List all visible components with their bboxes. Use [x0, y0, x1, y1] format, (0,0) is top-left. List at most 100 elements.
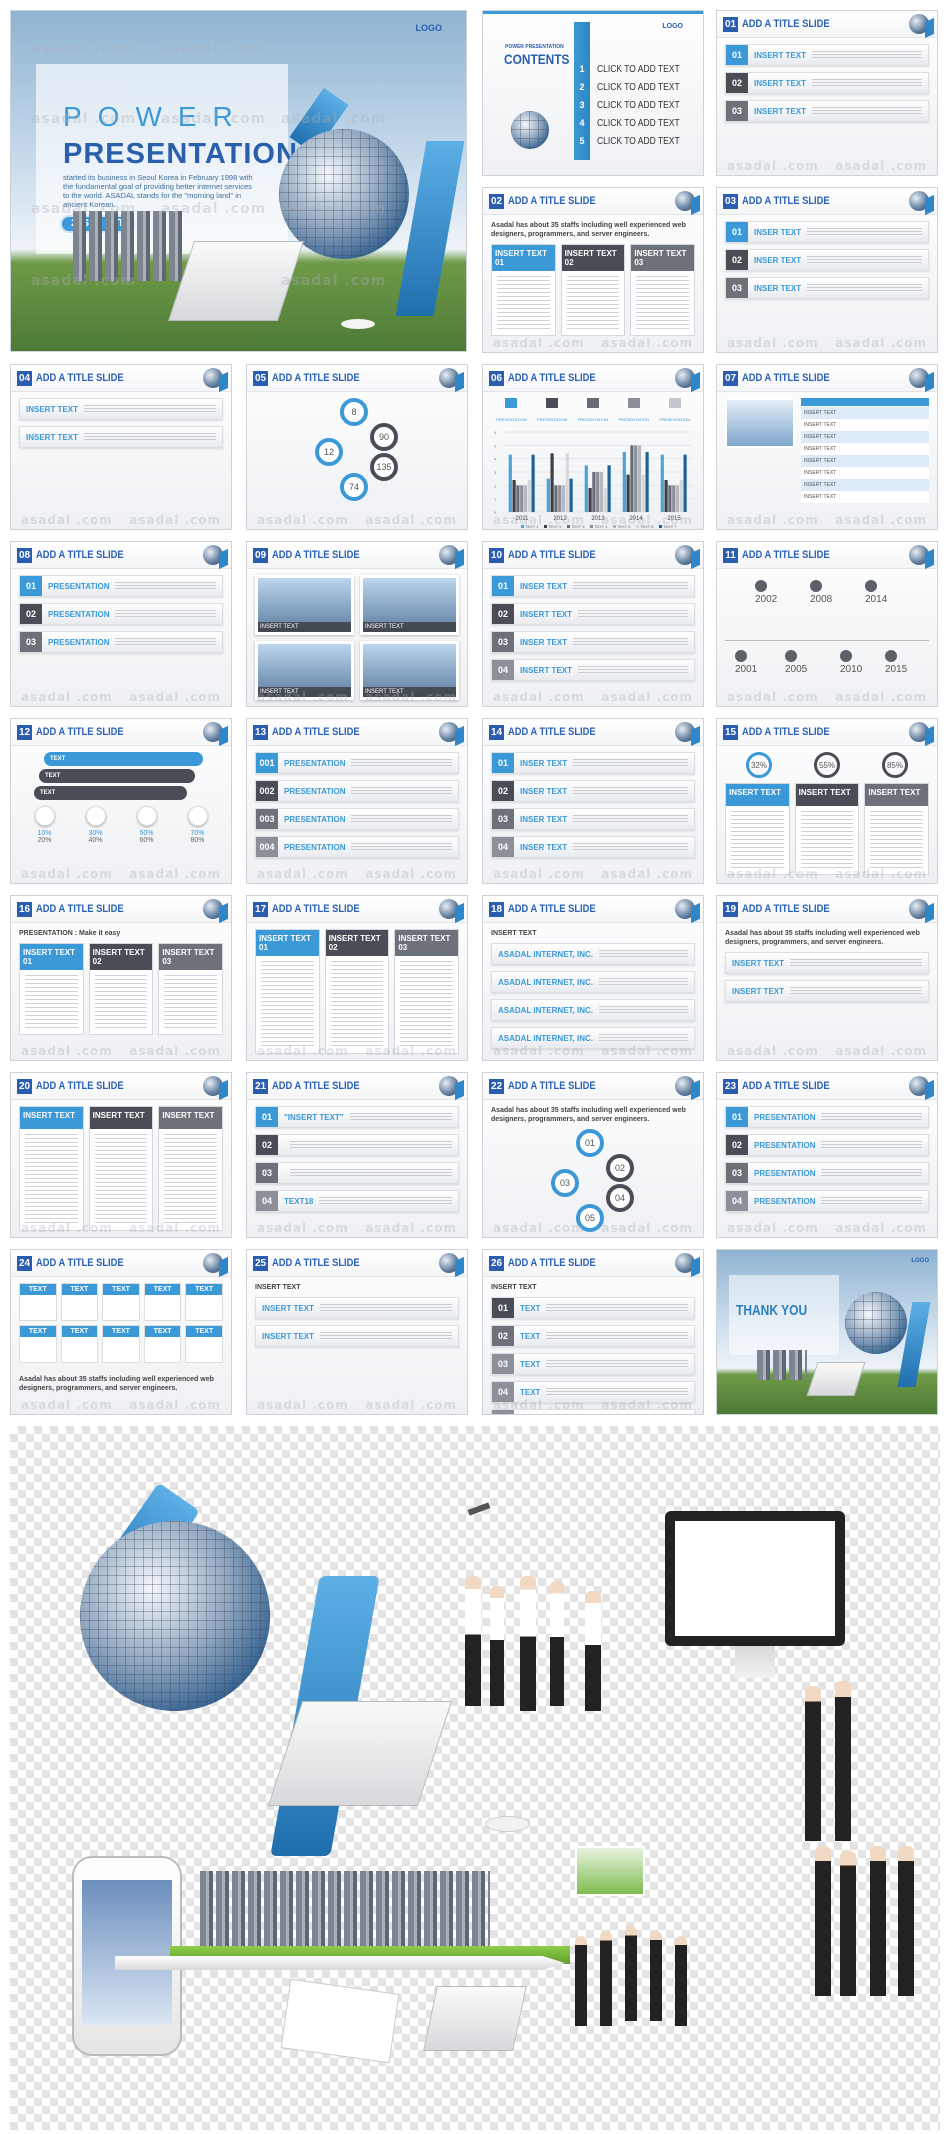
slide-number-badge: 12 — [17, 725, 32, 740]
contents-item-number: 4 — [579, 118, 585, 128]
slide-thumbnail-13[interactable]: 13 ADD A TITLE SLIDE 001 PRESENTATION 002 PR… — [246, 718, 468, 884]
slide-thumbnail-19[interactable]: 19 ADD A TITLE SLIDE Asadal has about 35 … — [716, 895, 938, 1061]
table-cell: INSERT TEXT — [804, 422, 837, 428]
slide-thumbnail-14[interactable]: 14 ADD A TITLE SLIDE 01 INSER TEXT 02 INSER … — [482, 718, 704, 884]
contents-slide-thumbnail[interactable]: LOGO POWER PRESENTATION CONTENTS 1 CLICK … — [482, 10, 704, 176]
contents-item[interactable]: 4 CLICK TO ADD TEXT — [575, 114, 694, 132]
row-label: INSER TEXT — [520, 786, 568, 796]
bar — [516, 485, 520, 512]
globe-icon — [203, 1253, 223, 1273]
slide-intro: Asadal has about 35 staffs including wel… — [491, 1107, 686, 1123]
row-label: INSER TEXT — [754, 227, 802, 237]
slide-title: ADD A TITLE SLIDE — [272, 1257, 360, 1269]
slide-thumbnail-22[interactable]: 22 ADD A TITLE SLIDE Asadal has about 35 … — [482, 1072, 704, 1238]
row-number: 01 — [256, 1107, 278, 1127]
globe-icon — [203, 545, 223, 565]
slide-thumbnail-08[interactable]: 08 ADD A TITLE SLIDE 01 PRESENTATION 02 PRES… — [10, 541, 232, 707]
row-number: 04 — [492, 660, 514, 680]
row-number: 04 — [256, 1191, 278, 1211]
slide-number-badge: 25 — [253, 1256, 268, 1271]
slide-thumbnail-15[interactable]: 15 ADD A TITLE SLIDE 32% 55% 85% INSERT TEXT… — [716, 718, 938, 884]
row-label: TEXT — [520, 1331, 541, 1341]
row-number: 04 — [492, 1382, 514, 1402]
column-label: INSERT TEXT — [23, 1111, 76, 1120]
contents-item-label: CLICK TO ADD TEXT — [597, 99, 680, 111]
contents-item[interactable]: 2 CLICK TO ADD TEXT — [575, 78, 694, 96]
bar — [664, 480, 668, 512]
row-number: 01 — [20, 576, 42, 596]
slide-title: ADD A TITLE SLIDE — [508, 549, 596, 561]
slide-thumbnail-20[interactable]: 20 ADD A TITLE SLIDE INSERT TEXT INSERT TE… — [10, 1072, 232, 1238]
content-column: INSERT TEXT — [725, 783, 790, 875]
row-label: INSERT TEXT — [732, 958, 785, 968]
slide-thumbnail-16[interactable]: 16 ADD A TITLE SLIDE PRESENTATION : Make … — [10, 895, 232, 1061]
slide-thumbnail-07[interactable]: 07 ADD A TITLE SLIDE INSERT TEXT INSERT TE… — [716, 364, 938, 530]
table-cell: INSERT TEXT — [804, 494, 837, 500]
card-label: TEXT — [20, 1284, 56, 1295]
row-label: INSERT TEXT — [262, 1331, 315, 1341]
row-number: 03 — [726, 1163, 748, 1183]
content-row: 003 PRESENTATION — [255, 808, 459, 830]
image-caption: INSERT TEXT — [258, 621, 351, 632]
x-tick-label: 2011 — [516, 516, 530, 522]
column-number: 01 — [259, 943, 268, 952]
heading-top: POWER — [63, 101, 249, 132]
title-slide-thumbnail[interactable]: LOGO POWER PRESENTATION started its busi… — [10, 10, 467, 352]
slide-thumbnail-11[interactable]: 11 ADD A TITLE SLIDE 2002 2008 2014 2001 2005… — [716, 541, 938, 707]
timeline-year: 2014 — [865, 580, 887, 605]
percent-circle: 85% — [882, 752, 908, 778]
percent-circle: 32% — [746, 752, 772, 778]
slide-thumbnail-02[interactable]: 02 ADD A TITLE SLIDE Asadal has about 35 … — [482, 187, 704, 353]
contents-item[interactable]: 3 CLICK TO ADD TEXT — [575, 96, 694, 114]
content-column: INSERT TEXT 03 — [394, 929, 460, 1054]
slide-thumbnail-25[interactable]: 25 ADD A TITLE SLIDE INSERT TEXT INSERT TE… — [246, 1249, 468, 1415]
column-label: INSERT TEXT — [328, 934, 381, 943]
timeline-year: 2001 — [735, 650, 757, 675]
slide-thumbnail-05[interactable]: 05 ADD A TITLE SLIDE 8 90 12 135 74 asadal .c… — [246, 364, 468, 530]
bar — [641, 474, 645, 512]
slide-thumbnail-26[interactable]: 26 ADD A TITLE SLIDE INSERT TEXT 01 TEXT 02 T… — [482, 1249, 704, 1415]
globe-icon — [203, 1076, 223, 1096]
slide-thumbnail-24[interactable]: 24 ADD A TITLE SLIDE Asadal has about 35 … — [10, 1249, 232, 1415]
slide-thumbnail-23[interactable]: 23 ADD A TITLE SLIDE 01 PRESENTATION 02 PRES… — [716, 1072, 938, 1238]
row-label: PRESENTATION — [48, 581, 110, 591]
image-caption: INSERT TEXT — [363, 621, 456, 632]
row-label: PRESENTATION — [48, 609, 110, 619]
legend-label: TEXT 3 — [571, 524, 585, 529]
image-card: INSERT TEXT — [255, 640, 354, 700]
content-row: 02 — [255, 1134, 459, 1156]
slide-title: ADD A TITLE SLIDE — [742, 195, 830, 207]
contents-item[interactable]: 1 CLICK TO ADD TEXT — [575, 60, 694, 78]
percent-value: 50% — [139, 830, 154, 837]
slide-thumbnail-04[interactable]: 04 ADD A TITLE SLIDE INSERT TEXT INSERT TE… — [10, 364, 232, 530]
slide-thumbnail-21[interactable]: 21 ADD A TITLE SLIDE 01 "INSERT TEXT" 02 03 0… — [246, 1072, 468, 1238]
content-row: 02 INSERT TEXT — [725, 72, 929, 94]
slide-thumbnail-01[interactable]: 01 ADD A TITLE SLIDE 01 INSERT TEXT 02 INSER… — [716, 10, 938, 176]
table-row: INSERT TEXT — [801, 431, 929, 443]
row-label: PRESENTATION — [284, 814, 346, 824]
globe-icon — [909, 722, 929, 742]
bar — [565, 453, 569, 512]
bar — [592, 472, 596, 512]
row-label: "INSERT TEXT" — [284, 1112, 344, 1122]
slide-thumbnail-17[interactable]: 17 ADD A TITLE SLIDE INSERT TEXT 01 INSERT … — [246, 895, 468, 1061]
slide-thumbnail-18[interactable]: 18 ADD A TITLE SLIDE INSERT TEXT ASADAL IN… — [482, 895, 704, 1061]
thank-you-slide-thumbnail[interactable]: LOGO THANK YOU — [716, 1249, 938, 1415]
logo-card: TEXT — [185, 1283, 223, 1321]
slide-title: ADD A TITLE SLIDE — [272, 1080, 360, 1092]
web-page-image — [575, 1846, 645, 1896]
contents-item[interactable]: 5 CLICK TO ADD TEXT — [575, 132, 694, 150]
slide-thumbnail-09[interactable]: 09 ADD A TITLE SLIDE INSERT TEXT INSERT TE… — [246, 541, 468, 707]
column-label: INSERT TEXT — [162, 948, 215, 957]
content-row: 01 INSER TEXT — [491, 575, 695, 597]
globe-icon — [439, 899, 459, 919]
slide-number-badge: 24 — [17, 1256, 32, 1271]
clipart-resources-sheet — [10, 1426, 940, 2130]
row-label: PRESENTATION — [754, 1112, 816, 1122]
slide-thumbnail-10[interactable]: 10 ADD A TITLE SLIDE 01 INSER TEXT 02 INSERT… — [482, 541, 704, 707]
card-label: TEXT — [144, 1326, 181, 1337]
slide-thumbnail-06[interactable]: 06 ADD A TITLE SLIDE PRESENTATION PRESENTA… — [482, 364, 704, 530]
slide-thumbnail-12[interactable]: 12 ADD A TITLE SLIDE TEXT TEXT TEXT 10% 20% 30… — [10, 718, 232, 884]
legend-swatch — [636, 525, 639, 528]
slide-thumbnail-03[interactable]: 03 ADD A TITLE SLIDE 01 INSER TEXT 02 INSER … — [716, 187, 938, 353]
